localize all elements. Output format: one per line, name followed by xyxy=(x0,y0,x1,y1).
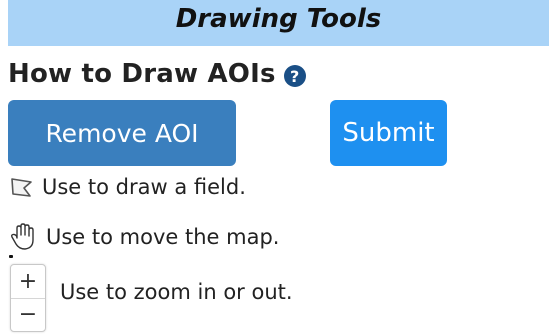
remove-aoi-button[interactable]: Remove AOI xyxy=(8,100,236,166)
instruction-zoom-text: Use to zoom in or out. xyxy=(60,280,293,304)
panel-title: Drawing Tools xyxy=(175,4,382,34)
how-to-heading-row: How to Draw AOIs ? xyxy=(8,54,306,94)
help-circle-icon[interactable]: ? xyxy=(283,65,306,87)
instruction-zoom: Use to zoom in or out. xyxy=(60,272,293,312)
drawing-tools-banner: Drawing Tools xyxy=(8,0,549,46)
instruction-pan-text: Use to move the map. xyxy=(46,225,280,249)
instruction-pan: Use to move the map. xyxy=(8,220,279,254)
polygon-draw-icon xyxy=(8,174,36,200)
hand-pan-icon xyxy=(8,222,38,252)
zoom-in-button[interactable]: + xyxy=(11,265,45,298)
zoom-control-icon[interactable]: + − xyxy=(10,264,46,332)
small-marker xyxy=(9,255,13,258)
instruction-draw-text: Use to draw a field. xyxy=(42,175,246,199)
submit-button[interactable]: Submit xyxy=(330,100,447,166)
how-to-heading: How to Draw AOIs xyxy=(8,59,276,89)
zoom-out-button[interactable]: − xyxy=(11,297,45,332)
instruction-draw: Use to draw a field. xyxy=(8,172,246,202)
